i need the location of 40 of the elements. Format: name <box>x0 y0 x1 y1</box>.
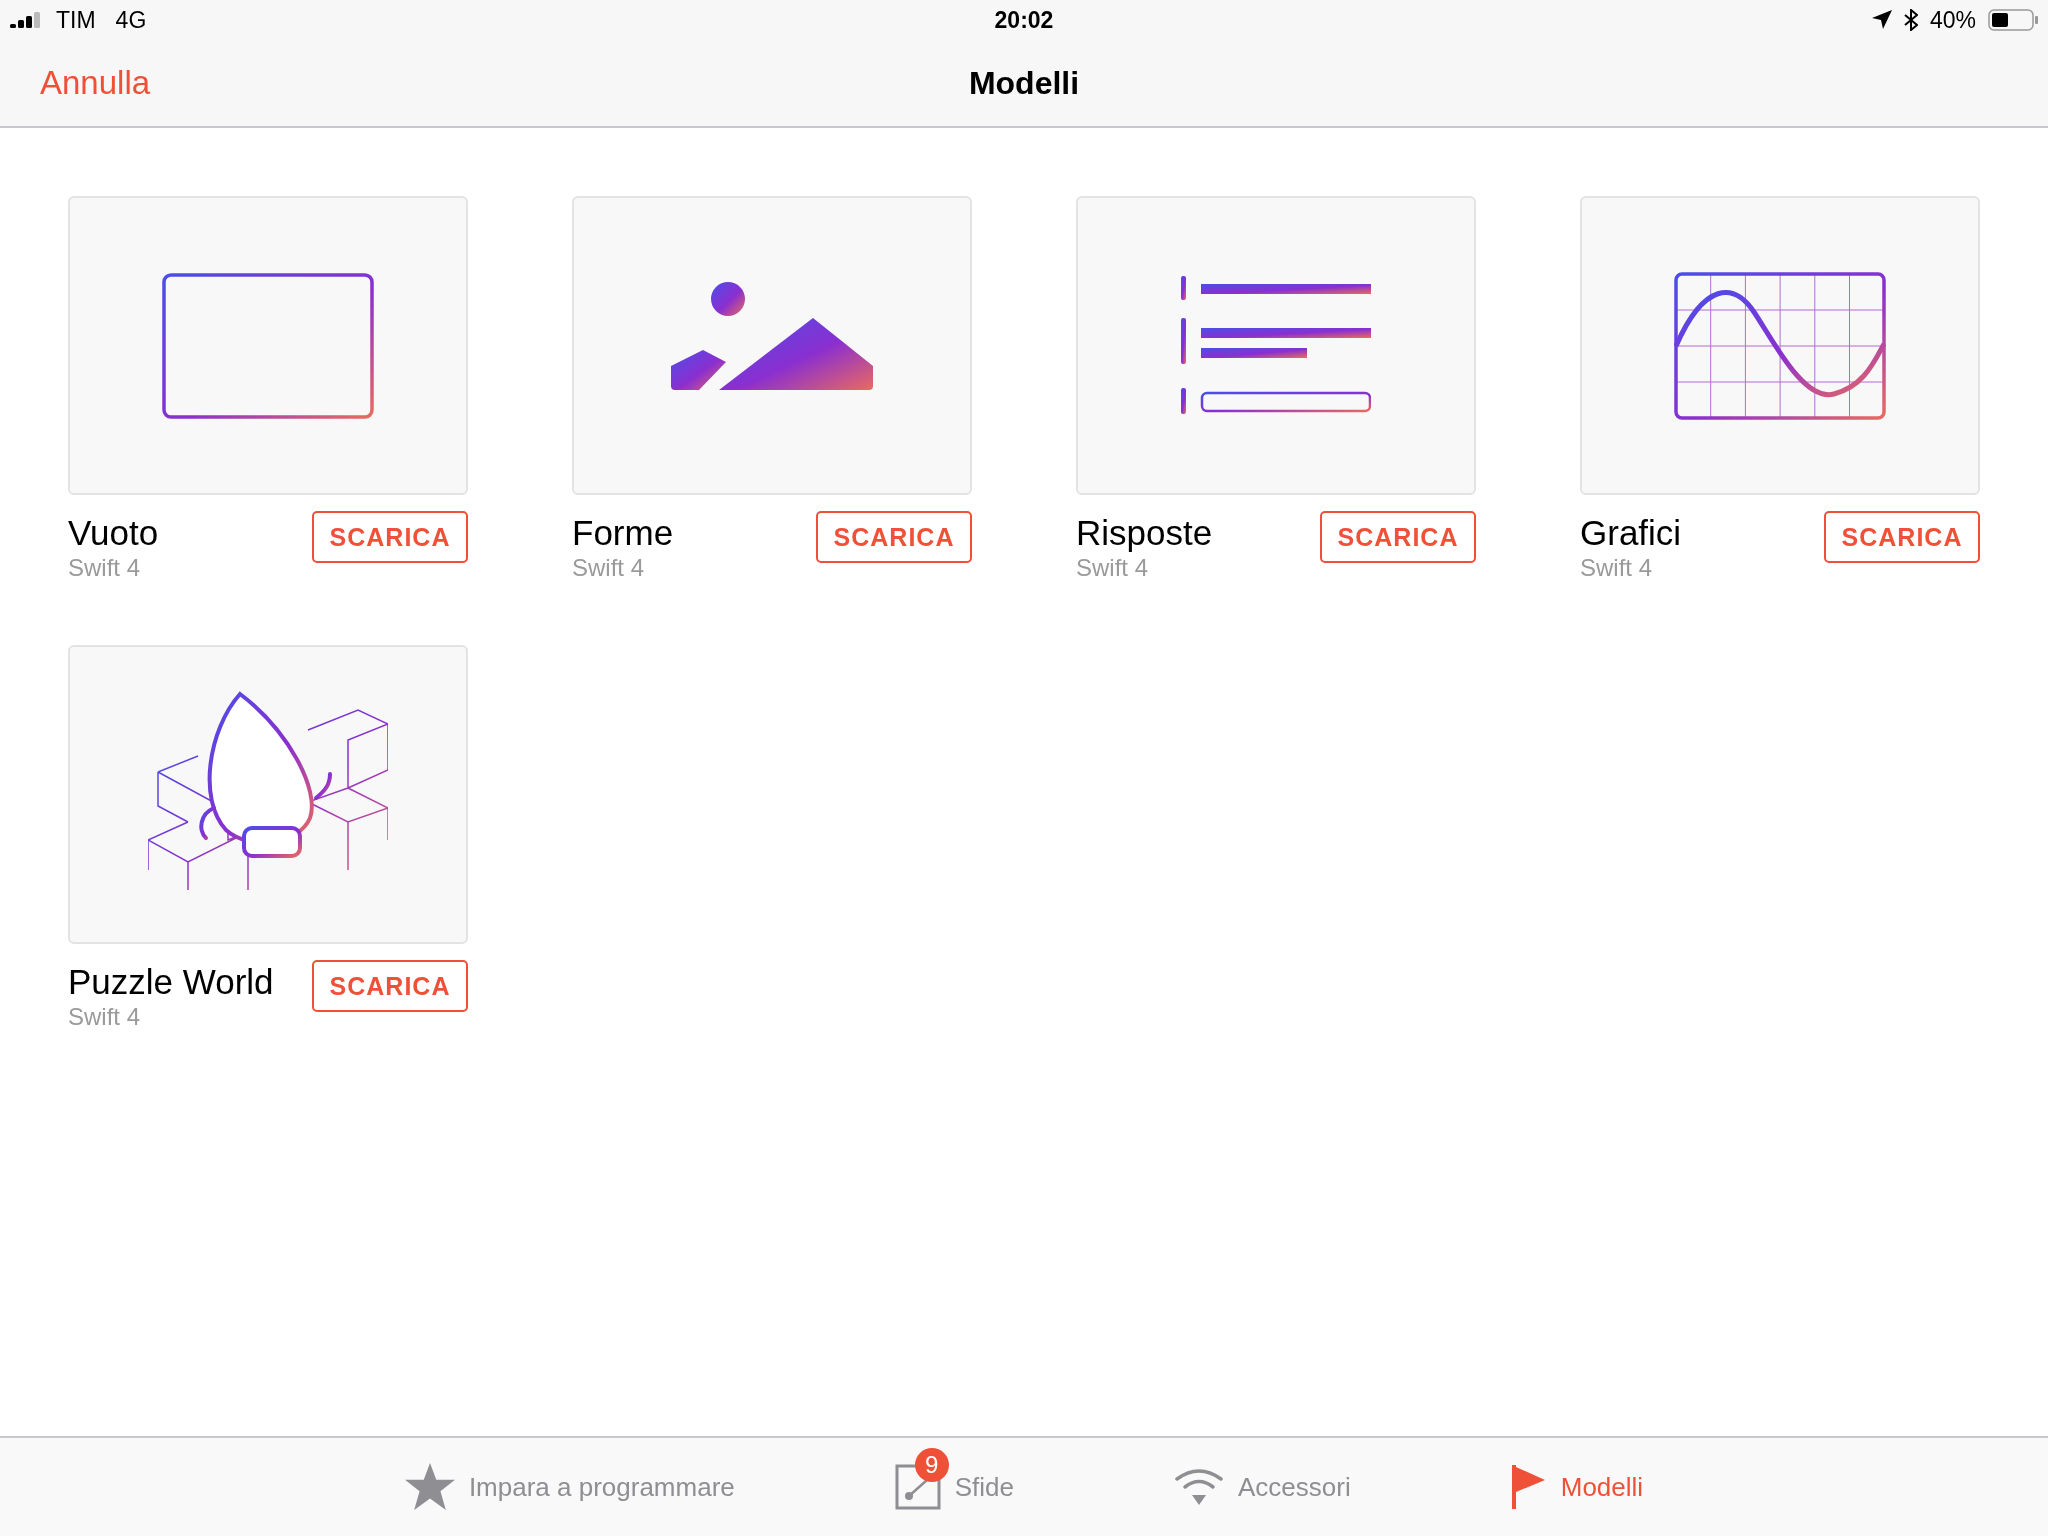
template-title: Vuoto <box>68 513 159 553</box>
template-thumbnail[interactable] <box>68 645 468 944</box>
tab-item[interactable]: Accessori <box>1094 1438 1431 1536</box>
tab-item[interactable]: Sfide 9 <box>814 1438 1095 1536</box>
template-title: Risposte <box>1076 513 1213 553</box>
nav-title: Modelli <box>968 64 1080 102</box>
template-thumbnail[interactable] <box>572 196 972 495</box>
badge: 9 <box>914 1448 949 1482</box>
tab-item[interactable]: Modelli <box>1430 1438 1724 1536</box>
download-button[interactable]: SCARICA <box>1824 511 1980 563</box>
cancel-link[interactable]: Annulla <box>40 64 151 102</box>
location-arrow-icon <box>1871 10 1892 30</box>
text-list-icon <box>1181 275 1371 416</box>
download-button[interactable]: SCARICA <box>312 960 468 1012</box>
template-subtitle: Swift 4 <box>68 1002 142 1032</box>
tab-item[interactable]: Impara a programmare <box>324 1438 815 1536</box>
template-title: Forme <box>572 513 674 553</box>
template-subtitle: Swift 4 <box>1076 553 1150 583</box>
flag-icon <box>1510 1465 1547 1509</box>
bluetooth-icon <box>1903 9 1918 31</box>
template-subtitle: Swift 4 <box>1580 553 1654 583</box>
template-thumbnail[interactable] <box>1076 196 1476 495</box>
template-subtitle: Swift 4 <box>68 553 142 583</box>
template-subtitle: Swift 4 <box>572 553 646 583</box>
download-button[interactable]: SCARICA <box>312 511 468 563</box>
graph-icon <box>1674 271 1886 420</box>
blank-canvas-icon <box>162 272 374 419</box>
template-thumbnail[interactable] <box>1580 196 1980 495</box>
network-label: 4G <box>115 6 147 34</box>
clock-time: 20:02 <box>994 6 1054 34</box>
download-button[interactable]: SCARICA <box>816 511 972 563</box>
battery-percentage: 40% <box>1929 6 1976 34</box>
wifi-icon <box>1174 1467 1225 1507</box>
template-title: Puzzle World <box>68 962 274 1002</box>
template-thumbnail[interactable] <box>68 196 468 495</box>
star-icon <box>404 1463 455 1511</box>
download-button[interactable]: SCARICA <box>1320 511 1476 563</box>
template-title: Grafici <box>1580 513 1682 553</box>
carrier-label: TIM <box>56 6 96 34</box>
battery-icon <box>1988 9 2038 31</box>
